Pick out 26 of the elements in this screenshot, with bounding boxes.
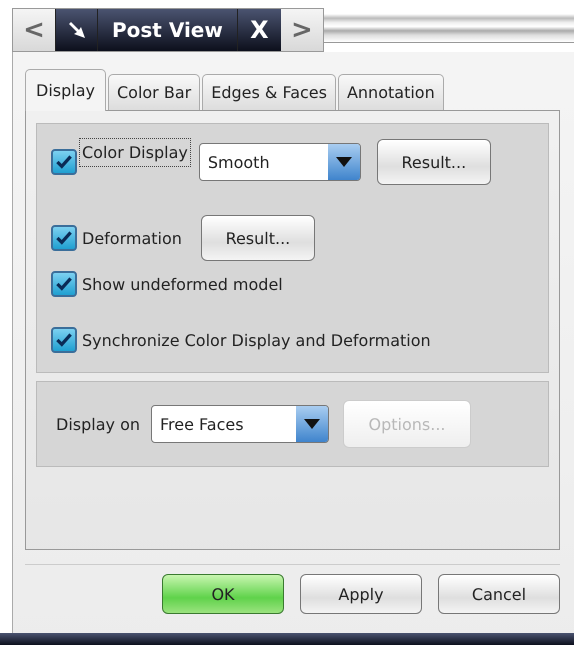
checkbox[interactable] (51, 327, 77, 353)
tab[interactable]: Color Bar (108, 74, 200, 110)
mode-dropdown[interactable]: Smooth (198, 143, 361, 181)
checkbox[interactable] (51, 149, 77, 175)
dialog-button[interactable]: Cancel (438, 574, 560, 614)
arrow-icon (68, 22, 84, 38)
checkbox-label[interactable]: Synchronize Color Display and Deformation (79, 328, 434, 352)
checkbox-label[interactable]: Show undeformed model (79, 272, 286, 296)
checkbox-label[interactable]: Deformation (79, 226, 185, 250)
tab[interactable]: Edges & Faces (202, 74, 336, 110)
field-label: Display on (55, 414, 141, 436)
checkbox-label[interactable]: Color Display (79, 138, 191, 167)
result-button[interactable]: Result... (376, 139, 491, 185)
checkbox[interactable] (51, 225, 77, 251)
tab[interactable]: Display (25, 69, 106, 111)
dialog-button[interactable]: Apply (300, 574, 422, 614)
window-title: Post View (97, 9, 237, 51)
forward-button[interactable]: > (280, 9, 323, 51)
checkbox[interactable] (51, 271, 77, 297)
dialog-button[interactable]: OK (162, 574, 284, 614)
result-button[interactable]: Result... (200, 215, 315, 261)
close-button[interactable]: X (236, 9, 281, 51)
back-button[interactable]: < (13, 9, 55, 51)
pin-button[interactable] (55, 9, 97, 51)
tab[interactable]: Annotation (338, 74, 444, 110)
display-on-dropdown[interactable]: Free Faces (151, 405, 329, 443)
